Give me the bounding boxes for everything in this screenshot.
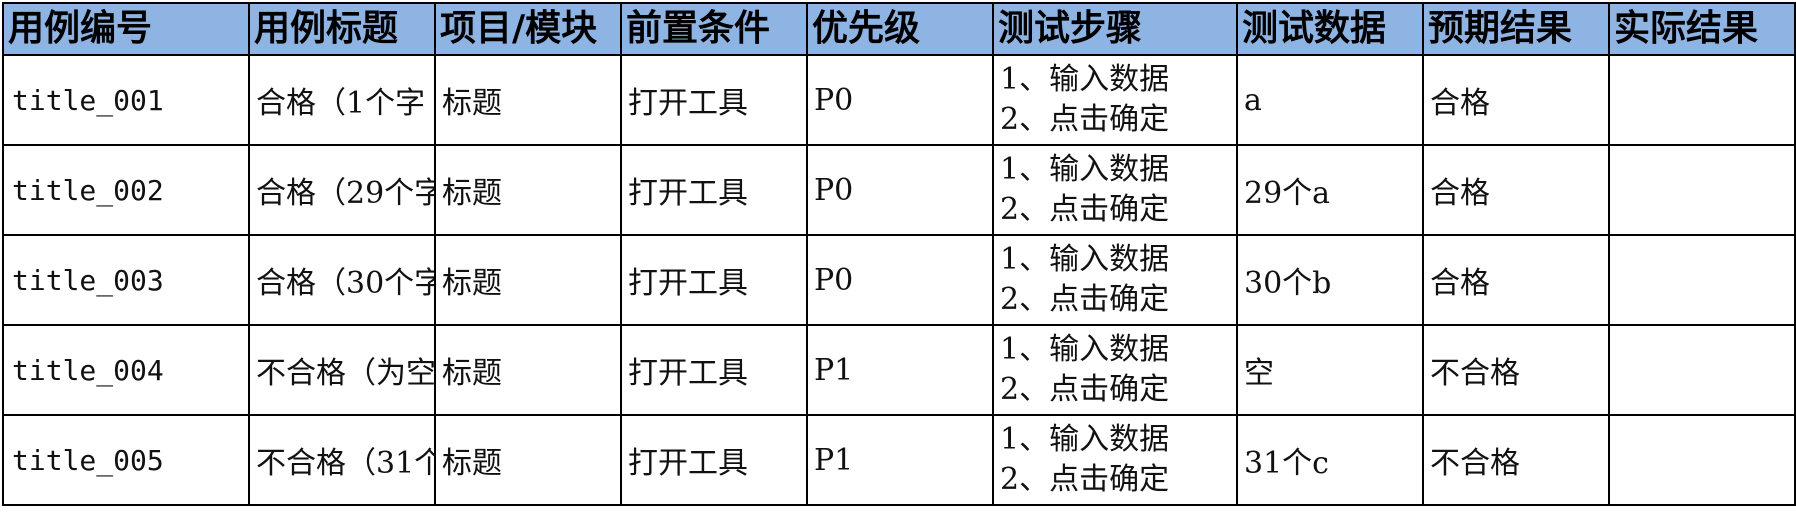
header-test-data[interactable]: 测试数据	[1236, 2, 1424, 56]
cell-actual-result[interactable]	[1608, 234, 1796, 326]
cell-module[interactable]: 标题	[434, 414, 622, 506]
cell-module[interactable]: 标题	[434, 324, 622, 416]
cell-test-steps[interactable]: 1、输入数据 2、点击确定	[992, 324, 1238, 416]
cell-priority[interactable]: P0	[806, 54, 994, 146]
table-row: title_002 合格（29个字 标题 打开工具 P0 1、输入数据 2、点击…	[2, 144, 1796, 236]
cell-test-data[interactable]: 空	[1236, 324, 1424, 416]
cell-case-title-text: 不合格（31个	[256, 446, 434, 481]
header-priority[interactable]: 优先级	[806, 2, 994, 56]
cell-precondition[interactable]: 打开工具	[620, 324, 808, 416]
cell-case-title-text: 不合格（为空	[256, 356, 434, 391]
step-line-2: 2、点击确定	[1000, 462, 1170, 497]
cell-precondition[interactable]: 打开工具	[620, 414, 808, 506]
cell-case-title-text: 合格（30个字	[256, 266, 434, 301]
cell-case-title[interactable]: 合格（29个字	[248, 144, 436, 236]
step-line-2: 2、点击确定	[1000, 372, 1170, 407]
header-actual-result[interactable]: 实际结果	[1608, 2, 1796, 56]
cell-expected-result[interactable]: 不合格	[1422, 414, 1610, 506]
cell-module[interactable]: 标题	[434, 144, 622, 236]
step-line-2: 2、点击确定	[1000, 102, 1170, 137]
header-precondition[interactable]: 前置条件	[620, 2, 808, 56]
cell-test-data[interactable]: 30个b	[1236, 234, 1424, 326]
cell-case-id[interactable]: title_004	[2, 324, 250, 416]
cell-case-id[interactable]: title_005	[2, 414, 250, 506]
step-line-1: 1、输入数据	[1000, 242, 1170, 277]
table-row: title_001 合格（1个字 标题 打开工具 P0 1、输入数据 2、点击确…	[2, 54, 1796, 146]
cell-test-data[interactable]: 29个a	[1236, 144, 1424, 236]
cell-test-steps[interactable]: 1、输入数据 2、点击确定	[992, 414, 1238, 506]
cell-priority[interactable]: P1	[806, 414, 994, 506]
cell-priority[interactable]: P0	[806, 234, 994, 326]
cell-expected-result[interactable]: 不合格	[1422, 324, 1610, 416]
cell-actual-result[interactable]	[1608, 414, 1796, 506]
cell-test-steps[interactable]: 1、输入数据 2、点击确定	[992, 54, 1238, 146]
step-line-1: 1、输入数据	[1000, 152, 1170, 187]
cell-expected-result[interactable]: 合格	[1422, 144, 1610, 236]
cell-expected-result[interactable]: 合格	[1422, 54, 1610, 146]
cell-case-title-text: 合格（29个字	[256, 176, 434, 211]
spreadsheet: 用例编号 用例标题 项目/模块 前置条件 优先级 测试步骤 测试数据 预期结果 …	[0, 0, 1796, 516]
header-test-steps[interactable]: 测试步骤	[992, 2, 1238, 56]
step-line-2: 2、点击确定	[1000, 192, 1170, 227]
table-row: title_005 不合格（31个 标题 打开工具 P1 1、输入数据 2、点击…	[2, 414, 1796, 506]
test-case-table: 用例编号 用例标题 项目/模块 前置条件 优先级 测试步骤 测试数据 预期结果 …	[2, 2, 1796, 506]
step-line-2: 2、点击确定	[1000, 282, 1170, 317]
cell-precondition[interactable]: 打开工具	[620, 144, 808, 236]
cell-priority[interactable]: P0	[806, 144, 994, 236]
cell-case-title-text: 合格（1个字	[256, 86, 426, 121]
step-line-1: 1、输入数据	[1000, 62, 1170, 97]
cell-precondition[interactable]: 打开工具	[620, 54, 808, 146]
cell-case-id[interactable]: title_003	[2, 234, 250, 326]
cell-case-title[interactable]: 合格（1个字	[248, 54, 436, 146]
header-case-id[interactable]: 用例编号	[2, 2, 250, 56]
header-module[interactable]: 项目/模块	[434, 2, 622, 56]
header-row: 用例编号 用例标题 项目/模块 前置条件 优先级 测试步骤 测试数据 预期结果 …	[2, 2, 1796, 56]
cell-precondition[interactable]: 打开工具	[620, 234, 808, 326]
cell-test-data[interactable]: 31个c	[1236, 414, 1424, 506]
step-line-1: 1、输入数据	[1000, 422, 1170, 457]
header-expected-result[interactable]: 预期结果	[1422, 2, 1610, 56]
cell-actual-result[interactable]	[1608, 144, 1796, 236]
cell-test-data[interactable]: a	[1236, 54, 1424, 146]
cell-case-title[interactable]: 合格（30个字	[248, 234, 436, 326]
cell-module[interactable]: 标题	[434, 54, 622, 146]
cell-case-title[interactable]: 不合格（为空	[248, 324, 436, 416]
cell-test-steps[interactable]: 1、输入数据 2、点击确定	[992, 234, 1238, 326]
cell-expected-result[interactable]: 合格	[1422, 234, 1610, 326]
cell-case-id[interactable]: title_001	[2, 54, 250, 146]
cell-actual-result[interactable]	[1608, 54, 1796, 146]
table-row: title_004 不合格（为空 标题 打开工具 P1 1、输入数据 2、点击确…	[2, 324, 1796, 416]
step-line-1: 1、输入数据	[1000, 332, 1170, 367]
header-case-title[interactable]: 用例标题	[248, 2, 436, 56]
cell-case-id[interactable]: title_002	[2, 144, 250, 236]
cell-test-steps[interactable]: 1、输入数据 2、点击确定	[992, 144, 1238, 236]
table-row: title_003 合格（30个字 标题 打开工具 P0 1、输入数据 2、点击…	[2, 234, 1796, 326]
cell-module[interactable]: 标题	[434, 234, 622, 326]
cell-priority[interactable]: P1	[806, 324, 994, 416]
cell-case-title[interactable]: 不合格（31个	[248, 414, 436, 506]
cell-actual-result[interactable]	[1608, 324, 1796, 416]
